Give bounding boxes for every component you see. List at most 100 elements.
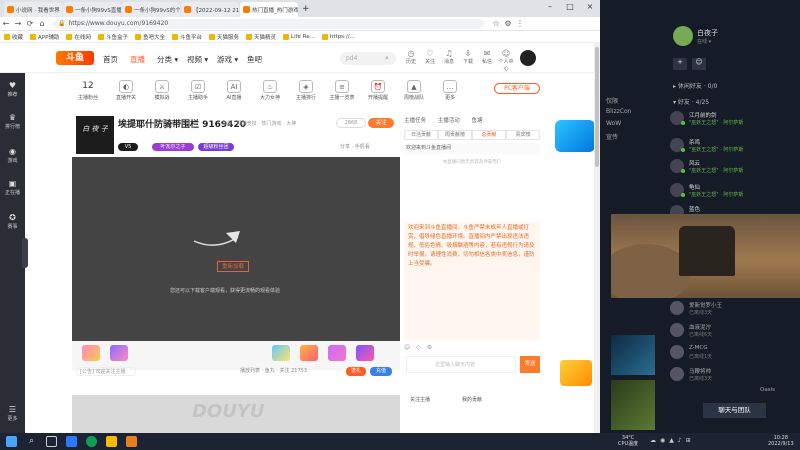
group-header[interactable]: ▾ 好友 · 4/25 (673, 97, 709, 106)
recharge-button[interactable]: 充值 (370, 367, 392, 376)
tab-fish-pond[interactable]: 鱼塘 (472, 118, 483, 124)
friend-row-offline[interactable]: 血液泥泞 已离线6天 (670, 322, 792, 341)
bookmark-item[interactable]: 斗鱼盒子 (97, 33, 128, 41)
nav-live[interactable]: 直播 (130, 54, 145, 65)
side-event-banner[interactable] (555, 120, 595, 152)
category-item[interactable]: ◈ 主播排行 (292, 80, 320, 101)
gift-item[interactable] (110, 345, 128, 361)
nav-yuba[interactable]: 鱼吧 (247, 54, 262, 65)
sidebar-item-recommend[interactable]: ♥ 推荐 (0, 81, 25, 98)
room-actions[interactable]: 分享 · 手机看 (340, 143, 370, 150)
category-item[interactable]: ◐ 直播开关 (112, 80, 140, 101)
windows-start-icon[interactable] (6, 436, 17, 447)
sidebar-item-event[interactable]: ✪ 赛事 (0, 213, 25, 230)
search-icon[interactable]: ⌕ (385, 54, 389, 63)
friend-row[interactable]: 江月前的剑 "巫妖王之怒" · 阿尔萨斯 (670, 110, 792, 129)
sidebar-item-rank[interactable]: ♛ 排行榜 (0, 113, 25, 130)
follow-room-button[interactable]: 关注 (368, 118, 394, 128)
reload-video-button[interactable]: 重新加载 (217, 261, 249, 272)
tab-anchor-event[interactable]: 主播活动 (438, 118, 460, 124)
bookmark-item[interactable]: https://... (321, 33, 355, 40)
category-item[interactable]: ☑ 主播助手 (184, 80, 212, 101)
nav-category[interactable]: 分类 ▾ (157, 54, 178, 65)
download-button[interactable]: ⇩ 下载 (460, 49, 476, 65)
chat-and-groups-button[interactable]: 聊天与团队 (703, 403, 766, 418)
gift-icon[interactable]: ◇ (416, 344, 421, 351)
pc-client-button[interactable]: PC客户端 (494, 83, 540, 94)
add-friend-icon[interactable]: + (673, 58, 687, 70)
category-item[interactable]: … 更多 (436, 80, 464, 101)
sidebar-item-game[interactable]: ◉ 游戏 (0, 147, 25, 164)
browser-tab[interactable]: 【2022-09-12 21点场】...× (181, 2, 239, 17)
bookmark-star-icon[interactable]: ☆ (490, 19, 502, 28)
reload-icon[interactable]: ⟳ (24, 19, 36, 28)
new-tab-icon[interactable]: + (302, 4, 310, 14)
video-player[interactable] (72, 157, 400, 341)
search-icon[interactable]: ⌕ (26, 436, 37, 447)
bookmark-item[interactable]: APP辅助 (30, 33, 59, 41)
bookmark-item[interactable]: 天猫精灵 (246, 33, 276, 41)
friend-row-offline[interactable]: Z-MCG 已离线1天 (670, 344, 792, 363)
group-header[interactable]: ▸ 休闲好友 · 0/0 (673, 81, 717, 90)
chrome-icon[interactable] (86, 436, 97, 447)
user-avatar[interactable] (673, 26, 693, 46)
bookmark-item[interactable]: 斗鱼平台 (171, 33, 202, 41)
send-gift-button[interactable]: 送礼 (346, 367, 366, 376)
category-item[interactable]: ♨ 大力女神 (256, 80, 284, 101)
browser-tab[interactable]: 一条小狗99vS直播_热门...× (63, 2, 121, 17)
gift-item[interactable] (328, 345, 346, 361)
bookmark-item[interactable]: 鱼吧大全 (134, 33, 165, 41)
browser-tab-active[interactable]: 热门直播_热门游戏直播...× (240, 2, 298, 17)
gift-item[interactable] (356, 345, 374, 361)
nav-game[interactable]: 游戏 ▾ (217, 54, 238, 65)
fans-badge[interactable]: 超级粉丝团 (198, 143, 234, 151)
forward-icon[interactable]: → (12, 19, 24, 28)
settings-icon[interactable]: ⚙ (427, 344, 432, 351)
maximize-icon[interactable]: □ (560, 0, 580, 14)
extension-icon[interactable]: ⚙ (502, 19, 514, 28)
chat-send-button[interactable]: 发送 (520, 356, 540, 373)
browser-tab[interactable]: 小说网 · 我看世界 · 名...× (4, 2, 62, 17)
menu-icon[interactable]: ⋮ (514, 19, 526, 28)
fans-count[interactable]: 12 主播粉丝 (74, 80, 102, 101)
side-gift-banner[interactable] (560, 360, 592, 386)
private-message-button[interactable]: ✉ 私信 (479, 49, 495, 65)
friend-row-offline[interactable]: 爱新觉罗小王 已离线3天 (670, 300, 792, 319)
gift-item[interactable] (82, 345, 100, 361)
friend-row-offline[interactable]: 马鞭将帅 已离线3天 (670, 366, 792, 385)
sidebar-item-more[interactable]: ☰ 更多 (0, 405, 25, 422)
bookmark-item[interactable]: Life Re... (283, 33, 315, 40)
notice-input[interactable]: [公告] 欢迎关注主播 (76, 367, 136, 376)
friend-row[interactable]: 杀鸡 "巫妖王之怒" · 阿尔萨斯 (670, 137, 792, 156)
user-status[interactable]: 在线 ▾ (697, 38, 711, 45)
friend-row[interactable]: 风云 "巫妖王之怒" · 阿尔萨斯 (670, 158, 792, 177)
floating-game-video[interactable] (611, 214, 800, 298)
emoji-icon[interactable]: ☺ (404, 344, 410, 351)
friend-row[interactable]: 龟仙 "巫妖王之怒" · 阿尔萨斯 (670, 182, 792, 201)
bookmark-item[interactable]: 天猫服务 (208, 33, 239, 41)
sidebar-toggle[interactable] (22, 238, 28, 268)
follow-button[interactable]: ♡ 关注 (422, 49, 438, 65)
chat-input[interactable]: 这里输入聊天内容 (406, 356, 516, 373)
browser-tab[interactable]: 一条小狗99vS的个人资料...× (122, 2, 180, 17)
category-item[interactable]: ≡ 主播一览表 (328, 80, 356, 101)
tab-anchor-task[interactable]: 主播任务 (404, 118, 426, 124)
scrollbar-thumb[interactable] (595, 47, 599, 167)
system-tray-icons[interactable]: ☁◉▲♪⊞ (650, 437, 695, 444)
task-view-icon[interactable] (46, 436, 57, 447)
close-icon[interactable]: × (580, 0, 600, 14)
nav-video[interactable]: 视频 ▾ (187, 54, 208, 65)
next-video-preview[interactable]: DOUYU (72, 395, 400, 433)
game-thumbnail[interactable] (611, 335, 655, 375)
avatar[interactable] (520, 50, 536, 66)
app-icon[interactable] (126, 436, 137, 447)
sidebar-item-live[interactable]: ▣ 正在播 (0, 179, 25, 196)
category-item[interactable]: AI AI直播 (220, 80, 248, 101)
site-logo[interactable]: 斗鱼 (56, 51, 94, 65)
url-input[interactable]: 🔒 https://www.douyu.com/9169420 (54, 18, 484, 29)
follow-anchor-link[interactable]: 关注主播 (410, 396, 430, 403)
nav-home[interactable]: 首页 (103, 54, 118, 65)
category-item[interactable]: ⚔ 模拟战 (148, 80, 176, 101)
tab-vip-rank[interactable]: 贵宾榜 (506, 130, 540, 140)
title-badge[interactable]: 叶瓦尔之子 (152, 143, 194, 151)
